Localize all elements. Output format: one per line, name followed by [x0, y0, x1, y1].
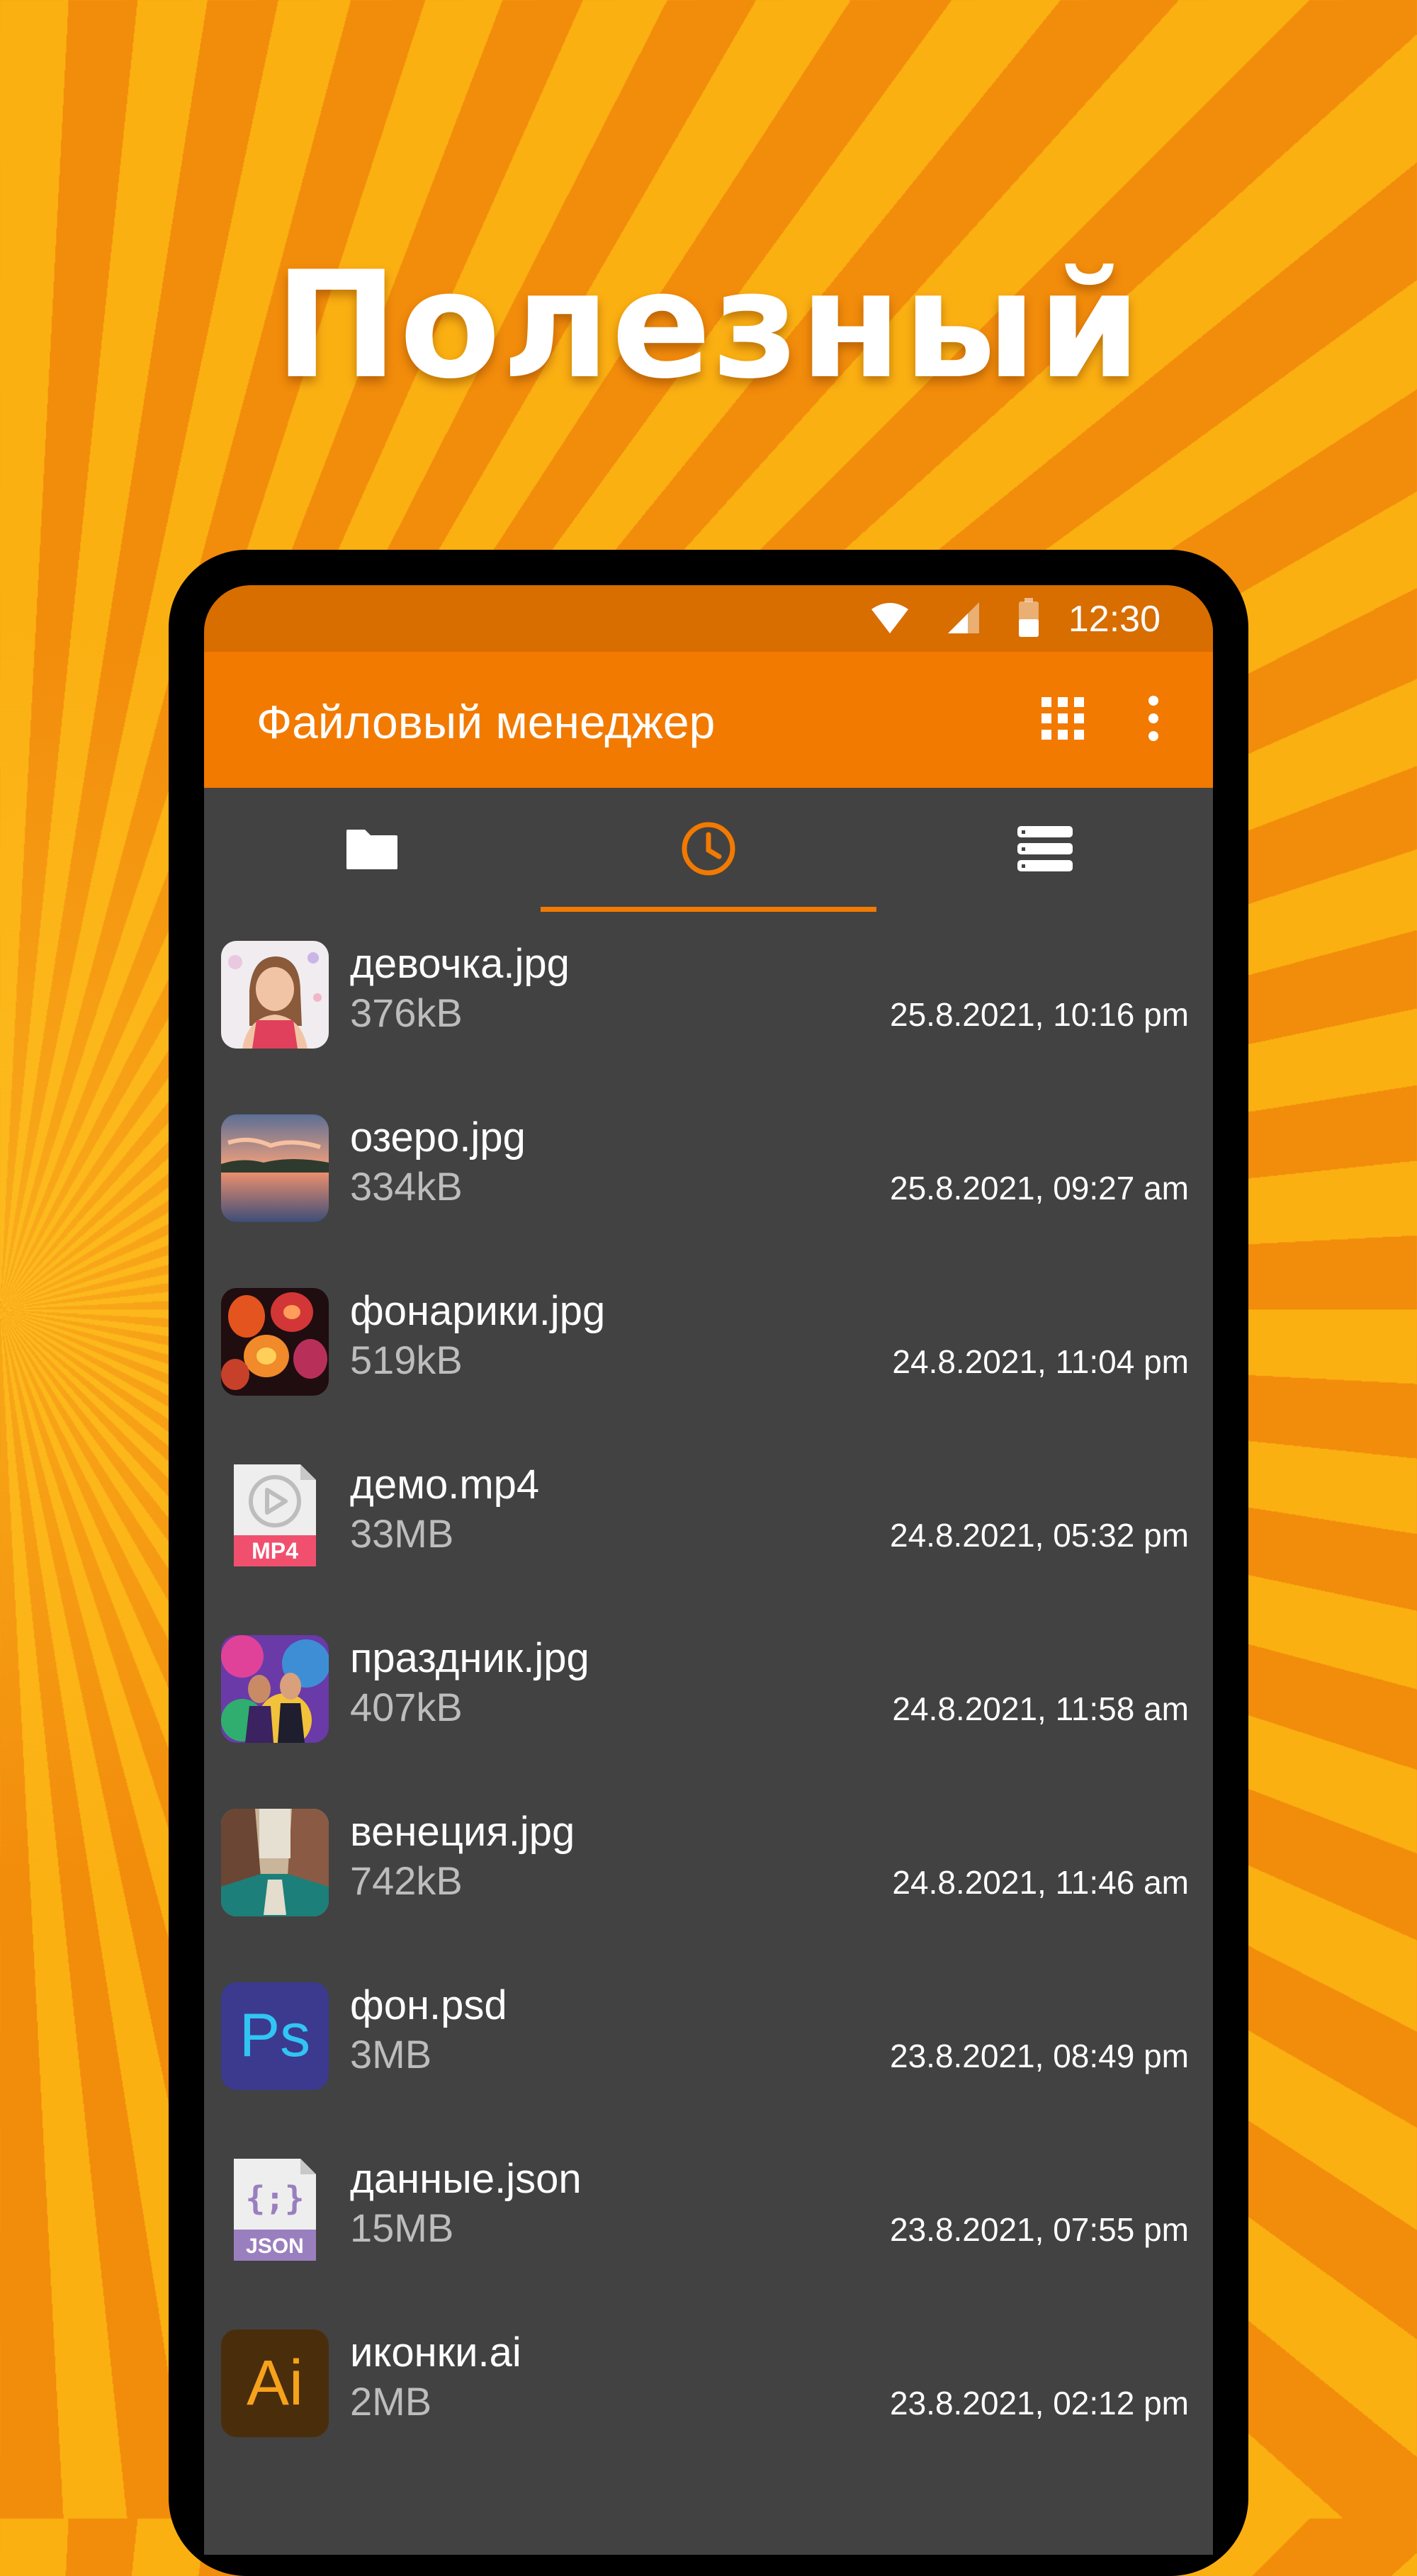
- file-date: 23.8.2021, 07:55 pm: [890, 2211, 1189, 2248]
- list-item[interactable]: фонарики.jpg 519kB 24.8.2021, 11:04 pm: [204, 1260, 1213, 1433]
- list-item[interactable]: {;} JSON данные.json 15MB 23.8.2021, 07:…: [204, 2128, 1213, 2301]
- lanterns-photo-thumbnail: [221, 1288, 329, 1396]
- app-bar: Файловый менеджер: [204, 652, 1213, 788]
- file-size: 407kB: [350, 1685, 463, 1729]
- file-name: фон.psd: [350, 1982, 507, 2028]
- illustrator-icon: Ai: [221, 2329, 329, 2437]
- list-item[interactable]: праздник.jpg 407kB 24.8.2021, 11:58 am: [204, 1607, 1213, 1780]
- file-name: девочка.jpg: [350, 941, 570, 987]
- svg-text:Ai: Ai: [247, 2348, 303, 2419]
- file-date: 24.8.2021, 11:58 am: [892, 1690, 1189, 1727]
- file-list: девочка.jpg 376kB 25.8.2021, 10:16 pm оз…: [204, 913, 1213, 2475]
- svg-text:JSON: JSON: [246, 2235, 304, 2258]
- grid-view-icon: [1041, 697, 1084, 742]
- grid-view-button[interactable]: [1033, 690, 1093, 750]
- file-size: 376kB: [350, 990, 463, 1035]
- file-name: венеция.jpg: [350, 1809, 575, 1855]
- phone-screen: 12:30 Файловый менеджер девочка.jpg 376k…: [204, 585, 1213, 2555]
- tab-folders[interactable]: [204, 788, 540, 913]
- file-name: демо.mp4: [350, 1462, 540, 1508]
- status-time: 12:30: [1068, 599, 1161, 640]
- mp4-file-icon: MP4: [221, 1462, 329, 1569]
- file-size: 33MB: [350, 1511, 454, 1556]
- tab-bar: [204, 788, 1213, 913]
- file-name: фонарики.jpg: [350, 1288, 606, 1334]
- more-options-button[interactable]: [1124, 690, 1183, 750]
- list-item[interactable]: Ai иконки.ai 2MB 23.8.2021, 02:12 pm: [204, 2301, 1213, 2475]
- file-date: 24.8.2021, 11:04 pm: [892, 1343, 1189, 1380]
- folder-icon: [345, 827, 399, 874]
- svg-text:Ps: Ps: [239, 2001, 310, 2069]
- clock-icon: [680, 820, 737, 880]
- file-date: 23.8.2021, 08:49 pm: [890, 2038, 1189, 2074]
- wifi-icon: [870, 601, 910, 638]
- file-name: озеро.jpg: [350, 1114, 526, 1160]
- file-size: 334kB: [350, 1164, 463, 1209]
- tab-storage[interactable]: [877, 788, 1213, 913]
- list-item[interactable]: венеция.jpg 742kB 24.8.2021, 11:46 am: [204, 1780, 1213, 1954]
- status-bar: 12:30: [204, 585, 1213, 652]
- json-file-icon: {;} JSON: [221, 2156, 329, 2264]
- battery-icon: [1017, 598, 1040, 640]
- file-date: 25.8.2021, 09:27 am: [890, 1170, 1189, 1207]
- cell-signal-icon: [947, 601, 981, 638]
- file-date: 25.8.2021, 10:16 pm: [890, 996, 1189, 1033]
- file-date: 24.8.2021, 11:46 am: [892, 1864, 1189, 1901]
- svg-text:MP4: MP4: [252, 1538, 298, 1564]
- list-item[interactable]: MP4 демо.mp4 33MB 24.8.2021, 05:32 pm: [204, 1433, 1213, 1607]
- more-vertical-icon: [1146, 696, 1161, 744]
- file-date: 24.8.2021, 05:32 pm: [890, 1517, 1189, 1554]
- tab-selected-indicator: [541, 907, 876, 912]
- lake-photo-thumbnail: [221, 1114, 329, 1222]
- tab-recent[interactable]: [541, 788, 876, 913]
- holiday-photo-thumbnail: [221, 1635, 329, 1743]
- girl-photo-thumbnail: [221, 941, 329, 1049]
- file-size: 3MB: [350, 2032, 432, 2077]
- svg-text:{;}: {;}: [245, 2179, 304, 2218]
- file-size: 742kB: [350, 1858, 463, 1903]
- file-name: праздник.jpg: [350, 1635, 589, 1681]
- file-name: иконки.ai: [350, 2329, 521, 2376]
- promo-headline: Полезный: [274, 240, 1143, 412]
- file-size: 15MB: [350, 2205, 454, 2250]
- list-item[interactable]: озеро.jpg 334kB 25.8.2021, 09:27 am: [204, 1086, 1213, 1260]
- list-item[interactable]: девочка.jpg 376kB 25.8.2021, 10:16 pm: [204, 913, 1213, 1086]
- file-name: данные.json: [350, 2156, 582, 2202]
- photoshop-icon: Ps: [221, 1982, 329, 2090]
- venice-photo-thumbnail: [221, 1809, 329, 1916]
- storage-icon: [1017, 826, 1073, 874]
- file-size: 519kB: [350, 1338, 463, 1382]
- file-size: 2MB: [350, 2379, 432, 2424]
- list-item[interactable]: Ps фон.psd 3MB 23.8.2021, 08:49 pm: [204, 1954, 1213, 2128]
- app-title: Файловый менеджер: [256, 696, 716, 748]
- file-date: 23.8.2021, 02:12 pm: [890, 2385, 1189, 2422]
